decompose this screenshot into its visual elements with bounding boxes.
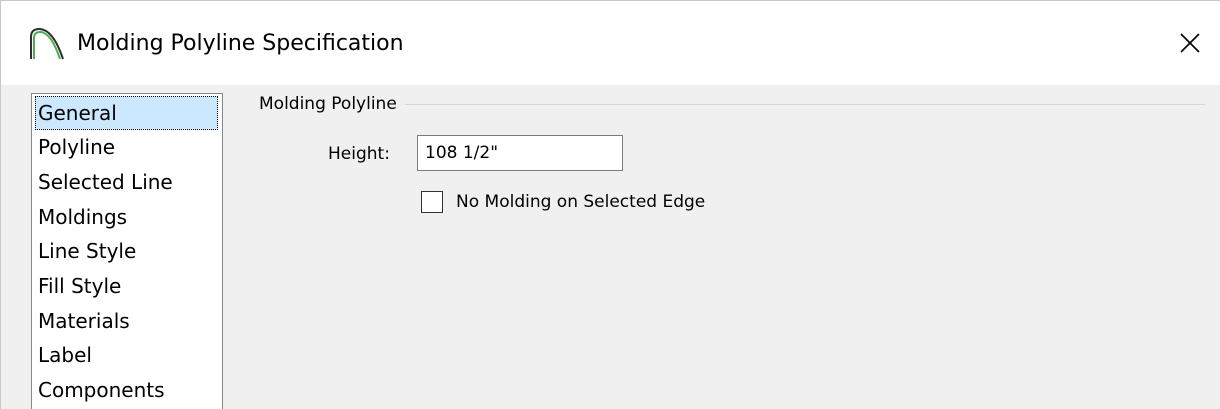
nav-item-line-style[interactable]: Line Style: [35, 234, 136, 268]
nav-item-moldings[interactable]: Moldings: [35, 200, 127, 234]
title-bar[interactable]: Molding Polyline Specification: [1, 1, 1220, 85]
nav-item-label[interactable]: Label: [35, 338, 92, 372]
molding-polyline-icon: [27, 25, 67, 61]
height-input[interactable]: [417, 135, 623, 171]
group-title: Molding Polyline: [259, 92, 405, 116]
close-button[interactable]: [1160, 1, 1220, 85]
no-molding-checkbox[interactable]: [421, 191, 443, 213]
nav-item-selected-line[interactable]: Selected Line: [35, 165, 173, 199]
nav-item-fill-style[interactable]: Fill Style: [35, 269, 121, 303]
height-label: Height:: [328, 144, 390, 164]
close-icon: [1180, 33, 1200, 53]
nav-item-materials[interactable]: Materials: [35, 304, 130, 338]
nav-item-general[interactable]: General: [35, 96, 218, 130]
category-list[interactable]: General Polyline Selected Line Moldings …: [31, 93, 223, 409]
nav-item-components[interactable]: Components: [35, 373, 165, 407]
dialog-window: Molding Polyline Specification General P…: [0, 0, 1220, 409]
no-molding-label[interactable]: No Molding on Selected Edge: [456, 189, 705, 215]
dialog-title: Molding Polyline Specification: [77, 31, 404, 56]
nav-item-polyline[interactable]: Polyline: [35, 130, 115, 164]
